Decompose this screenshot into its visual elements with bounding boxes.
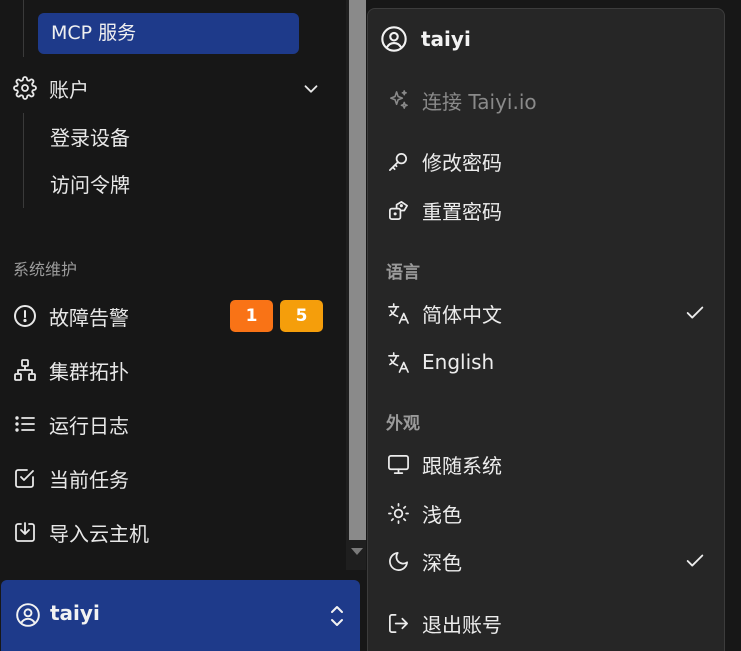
sidebar-item-topology[interactable]: 集群拓扑 [12,348,129,392]
section-label: 系统维护 [13,260,78,279]
menu-user-header: taiyi [380,25,471,53]
translate-icon [386,301,410,325]
chevron-up-down-icon [325,602,349,630]
list-icon [12,411,38,437]
chevron-down-icon[interactable] [300,78,322,100]
user-circle-icon [380,25,408,53]
menu-item-lang-en[interactable]: English [386,344,494,380]
key-icon [386,149,410,173]
sidebar-item-label: 故障告警 [49,305,129,330]
sidebar-item-label: 账户 [49,77,89,102]
sidebar-item-label: 导入云主机 [49,521,149,546]
user-switcher[interactable]: taiyi [1,580,360,651]
menu-item-label: 深色 [422,550,462,575]
menu-item-change-password[interactable]: 修改密码 [386,143,502,179]
moon-icon [386,549,410,573]
scroll-down-arrow[interactable] [351,548,363,555]
sparkles-icon [386,88,410,112]
menu-item-theme-dark[interactable]: 深色 [386,543,462,579]
scrollbar-thumb[interactable] [349,0,366,540]
menu-item-label: 重置密码 [422,199,502,224]
menu-item-label: 浅色 [422,502,462,527]
menu-section-appearance: 外观 [386,414,420,434]
sidebar-item-label: 运行日志 [49,413,129,438]
menu-item-connect[interactable]: 连接 Taiyi.io [386,82,537,118]
dice-icon [386,198,410,222]
monitor-icon [386,452,410,476]
menu-item-label: 简体中文 [422,302,502,327]
tree-line [23,113,24,208]
alert-badge-orange: 1 [230,300,273,332]
menu-item-logout[interactable]: 退出账号 [386,605,502,641]
check-icon [684,550,706,572]
sidebar: MCP 服务 账户 登录设备 访问令牌 系统维护 故障告警 1 5 集群拓扑 运 [0,0,360,651]
menu-section-language: 语言 [386,263,420,283]
menu-username: taiyi [421,27,471,51]
sidebar-item-tasks[interactable]: 当前任务 [12,456,129,500]
sidebar-item-label: 集群拓扑 [49,359,129,384]
import-icon [12,519,38,545]
menu-item-reset-password[interactable]: 重置密码 [386,192,502,228]
sidebar-item-import-vm[interactable]: 导入云主机 [12,510,149,554]
sun-icon [386,501,410,525]
logout-icon [386,611,410,635]
menu-item-label: English [422,350,495,374]
sidebar-item-alerts[interactable]: 故障告警 [12,294,129,338]
network-icon [12,357,38,383]
user-circle-icon [15,602,41,628]
tree-line [23,0,24,57]
sidebar-item-account[interactable]: 账户 [12,66,89,110]
sidebar-item-login-devices[interactable]: 登录设备 [50,116,130,156]
menu-item-label: 跟随系统 [422,453,502,478]
check-icon [684,302,706,324]
alert-circle-icon [12,303,38,329]
sidebar-item-access-tokens[interactable]: 访问令牌 [50,163,130,203]
sidebar-item-mcp[interactable]: MCP 服务 [38,13,299,54]
menu-item-label: 连接 Taiyi.io [422,89,537,114]
menu-item-lang-zh[interactable]: 简体中文 [386,295,502,331]
check-square-icon [12,465,38,491]
menu-item-label: 修改密码 [422,150,502,175]
menu-item-theme-system[interactable]: 跟随系统 [386,446,502,482]
user-menu: taiyi 连接 Taiyi.io 修改密码 重置密码 语言 简体中文 Engl… [367,8,725,651]
alert-badge-amber: 5 [280,300,323,332]
translate-icon [386,350,410,374]
user-name: taiyi [50,601,100,625]
sidebar-item-label: 当前任务 [49,467,129,492]
menu-item-theme-light[interactable]: 浅色 [386,495,462,531]
menu-item-label: 退出账号 [422,612,502,637]
gear-icon [12,75,38,101]
sidebar-item-logs[interactable]: 运行日志 [12,402,129,446]
